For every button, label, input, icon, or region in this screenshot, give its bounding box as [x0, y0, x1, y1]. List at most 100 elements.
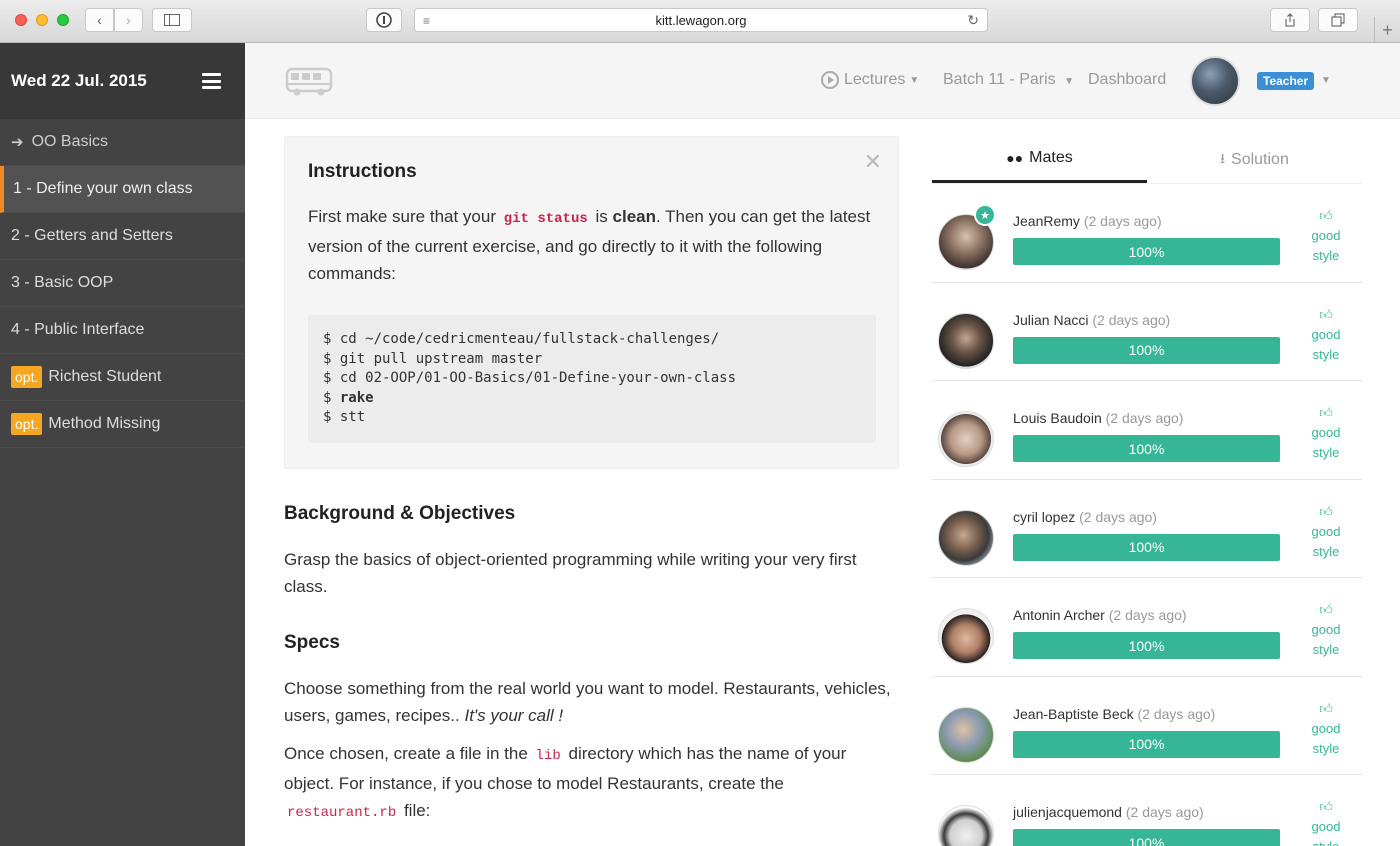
zoom-window-button[interactable] [57, 14, 69, 26]
close-window-button[interactable] [15, 14, 27, 26]
sidebar-item-label: Method Missing [48, 415, 161, 432]
thumbs-up-icon: 👍︎ [1319, 306, 1333, 322]
sidebar-item-getters-and-setters[interactable]: 2 - Getters and Setters [0, 213, 245, 260]
sidebar-item-label: Richest Student [48, 368, 162, 385]
tab-solution[interactable]: ⭳ Solution [1147, 136, 1362, 183]
caret-down-icon[interactable]: ▼ [1321, 75, 1331, 86]
sidebar-toggle-button[interactable] [152, 8, 192, 32]
code-line: $ rake [323, 389, 374, 406]
users-icon: ●● [1006, 150, 1024, 166]
nav-batch-dropdown[interactable]: Batch 11 - Paris ▼ [943, 71, 1074, 89]
avatar [938, 509, 994, 566]
mate-row[interactable]: cyril lopez (2 days ago) 100% 👍︎ good sty… [932, 480, 1362, 578]
mate-row[interactable]: Louis Baudoin (2 days ago) 100% 👍︎ good s… [932, 381, 1362, 480]
back-button[interactable]: ‹ [85, 8, 114, 32]
mate-name: julienjacquemond (2 days ago) [1013, 804, 1204, 820]
download-icon: ⭳ [1220, 149, 1226, 166]
tab-solution-label: Solution [1231, 150, 1289, 168]
progress-bar: 100% [1013, 730, 1280, 758]
caret-down-icon: ▼ [909, 74, 920, 86]
address-bar[interactable]: ≡ kitt.lewagon.org ↻ [414, 8, 988, 32]
new-tab-button[interactable]: + [1374, 17, 1400, 43]
arrow-left-icon: ➔ [11, 134, 24, 151]
good-style-vote[interactable]: 👍︎ goodstyle [1306, 600, 1346, 660]
play-circle-icon [821, 71, 839, 89]
mate-row[interactable]: Antonin Archer (2 days ago) 100% 👍︎ good… [932, 578, 1362, 677]
background-text: Grasp the basics of object-oriented prog… [284, 549, 857, 596]
instructions-title: Instructions [308, 161, 417, 182]
reload-icon[interactable]: ↻ [967, 12, 979, 29]
good-style-vote[interactable]: 👍︎ goodstyle [1306, 699, 1346, 759]
browser-toolbar: ‹ › ≡ kitt.lewagon.org ↻ + [0, 0, 1400, 43]
chevron-right-icon: › [126, 12, 131, 28]
sidebar-item-define-your-own-class[interactable]: 1 - Define your own class [0, 166, 245, 213]
sidebar-item-label: 3 - Basic OOP [11, 274, 114, 291]
thumbs-up-icon: 👍︎ [1319, 700, 1333, 716]
avatar [938, 608, 994, 664]
code-line: $ stt [323, 409, 366, 426]
forward-button[interactable]: › [114, 8, 143, 32]
share-icon [1285, 13, 1295, 27]
nav-dashboard-link[interactable]: Dashboard [1088, 71, 1166, 89]
minimize-window-button[interactable] [36, 14, 48, 26]
nav-lectures-label: Lectures [844, 71, 906, 88]
code-line: $ cd 02-OOP/01-OO-Basics/01-Define-your-… [323, 370, 737, 387]
nav-lectures-dropdown[interactable]: Lectures ▼ [821, 71, 919, 89]
sidebar-header: Wed 22 Jul. 2015 [0, 43, 245, 119]
mate-name: Julian Nacci (2 days ago) [1013, 311, 1171, 328]
specs-heading: Specs [284, 631, 340, 653]
sidebar-back-link[interactable]: ➔ OO Basics [0, 119, 245, 166]
mate-name: Louis Baudoin (2 days ago) [1013, 410, 1184, 426]
sidebar-item-label: 1 - Define your own class [13, 180, 193, 197]
thumbs-up-icon: 👍︎ [1319, 799, 1333, 814]
specs-paragraph-2: Once chosen, create a file in the lib di… [284, 743, 847, 821]
background-heading: Background & Objectives [284, 502, 516, 524]
sidebar-date: Wed 22 Jul. 2015 [11, 71, 147, 90]
progress-bar: 100% [1013, 632, 1280, 659]
good-style-vote[interactable]: 👍︎ goodstyle [1306, 403, 1346, 463]
sidebar-item-method-missing[interactable]: opt. Method Missing [0, 401, 245, 448]
sidebar: Wed 22 Jul. 2015 ➔ OO Basics 1 - Define … [0, 43, 245, 846]
sidebar-item-basic-oop[interactable]: 3 - Basic OOP [0, 260, 245, 307]
mate-row[interactable]: Julian Nacci (2 days ago) 100% 👍︎ good st… [932, 283, 1362, 381]
optional-badge: opt. [11, 413, 43, 435]
password-extension-button[interactable] [366, 8, 402, 32]
instructions-text: First make sure that your git status is … [308, 207, 871, 283]
close-icon[interactable]: ✕ [864, 149, 882, 175]
chevron-left-icon: ‹ [97, 12, 102, 28]
tab-mates[interactable]: ●● Mates [932, 136, 1147, 183]
avatar [938, 706, 994, 763]
instructions-box: ✕ Instructions First make sure that your… [284, 136, 899, 469]
menu-icon[interactable] [202, 73, 221, 89]
user-avatar[interactable] [1190, 56, 1240, 106]
caret-down-icon: ▼ [1064, 76, 1074, 87]
code-line: $ git pull upstream master [323, 350, 543, 367]
mate-row[interactable]: ★ JeanRemy (2 days ago) 100% 👍︎ good styl… [932, 184, 1362, 283]
thumbs-up-icon: 👍︎ [1319, 405, 1333, 420]
good-style-vote[interactable]: 👍︎ goodstyle [1306, 502, 1346, 562]
show-tabs-button[interactable] [1318, 8, 1358, 32]
sidebar-icon [164, 14, 180, 26]
specs-paragraph-1: Choose something from the real world you… [284, 678, 891, 725]
teacher-badge[interactable]: Teacher [1257, 72, 1315, 90]
avatar [938, 312, 994, 369]
share-button[interactable] [1270, 8, 1310, 32]
good-style-vote[interactable]: 👍︎ goodstyle [1306, 206, 1346, 266]
bus-logo-icon[interactable] [285, 67, 333, 102]
thumbs-up-icon: 👍︎ [1319, 602, 1333, 617]
good-style-vote[interactable]: 👍︎ goodstyle [1306, 797, 1346, 846]
tab-mates-label: Mates [1029, 149, 1073, 166]
progress-bar: 100% [1013, 238, 1280, 265]
sidebar-item-public-interface[interactable]: 4 - Public Interface [0, 307, 245, 354]
mate-name: cyril lopez (2 days ago) [1013, 508, 1157, 525]
exercise-content: ✕ Instructions First make sure that your… [284, 136, 899, 846]
mate-row[interactable]: julienjacquemond (2 days ago) 100% 👍︎ go… [932, 775, 1362, 846]
inline-code: git status [503, 211, 588, 227]
mates-panel: ●● Mates ⭳ Solution ★ JeanRemy (2 days a… [932, 136, 1362, 846]
reader-icon[interactable]: ≡ [423, 14, 430, 28]
sidebar-back-label: OO Basics [31, 133, 109, 150]
code-line: $ cd ~/code/cedricmenteau/fullstack-chal… [323, 331, 720, 347]
sidebar-item-richest-student[interactable]: opt. Richest Student [0, 354, 245, 401]
mate-row[interactable]: Jean-Baptiste Beck (2 days ago) 100% 👍︎ … [932, 677, 1362, 775]
good-style-vote[interactable]: 👍︎ goodstyle [1306, 305, 1346, 365]
